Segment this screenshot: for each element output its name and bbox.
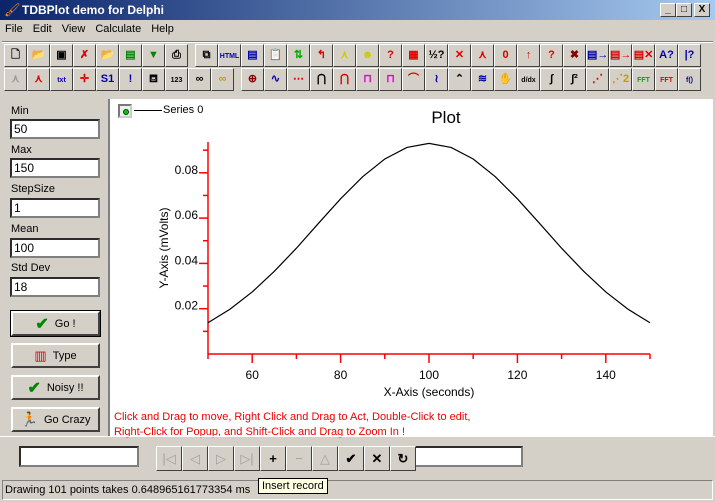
refresh-record-button[interactable]: ↻ bbox=[390, 446, 416, 471]
insert-record-icon: + bbox=[269, 451, 277, 466]
x-axis-title: X-Axis (seconds) bbox=[384, 385, 475, 399]
next-record-icon: ▷ bbox=[216, 451, 226, 466]
y-tick-label: 0.08 bbox=[175, 163, 199, 177]
x-tick-label: 100 bbox=[419, 368, 439, 382]
refresh-record-icon: ↻ bbox=[397, 451, 409, 466]
edit-record-button[interactable]: △ bbox=[312, 446, 338, 471]
left-edit-field[interactable] bbox=[19, 446, 139, 467]
x-tick-label: 60 bbox=[246, 368, 260, 382]
y-axis-title: Y-Axis (mVolts) bbox=[157, 208, 171, 289]
x-tick-label: 140 bbox=[596, 368, 616, 382]
series-line bbox=[207, 142, 651, 324]
message-line-1: Click and Drag to move, Right Click and … bbox=[114, 411, 471, 423]
next-record-button[interactable]: ▷ bbox=[208, 446, 234, 471]
last-record-button[interactable]: ▷| bbox=[234, 446, 260, 471]
first-record-icon: |◁ bbox=[162, 451, 176, 466]
edit-record-icon: △ bbox=[320, 451, 330, 466]
y-tick-label: 0.06 bbox=[175, 208, 199, 222]
prior-record-icon: ◁ bbox=[190, 451, 200, 466]
x-tick-label: 120 bbox=[507, 368, 527, 382]
chart-title: Plot bbox=[431, 108, 461, 127]
x-tick-label: 80 bbox=[334, 368, 348, 382]
y-tick-label: 0.02 bbox=[175, 299, 199, 313]
insert-record-button[interactable]: + bbox=[260, 446, 286, 471]
prior-record-button[interactable]: ◁ bbox=[182, 446, 208, 471]
right-edit-field[interactable] bbox=[403, 446, 523, 467]
first-record-button[interactable]: |◁ bbox=[156, 446, 182, 471]
delete-record-button[interactable]: − bbox=[286, 446, 312, 471]
status-bar: Drawing 101 points takes 0.6489651617733… bbox=[2, 480, 713, 500]
post-record-icon: ✔ bbox=[345, 451, 357, 466]
post-record-button[interactable]: ✔ bbox=[338, 446, 364, 471]
delete-record-icon: − bbox=[295, 451, 303, 466]
chart: 60 80 100 120 140 0.02 0.04 0.06 0.08 X-Axis (sec… bbox=[157, 108, 651, 399]
y-tick-label: 0.04 bbox=[175, 253, 199, 267]
cancel-record-icon: ✕ bbox=[371, 451, 383, 466]
cancel-record-button[interactable]: ✕ bbox=[364, 446, 390, 471]
last-record-icon: ▷| bbox=[240, 451, 254, 466]
tooltip: Insert record bbox=[258, 478, 328, 494]
